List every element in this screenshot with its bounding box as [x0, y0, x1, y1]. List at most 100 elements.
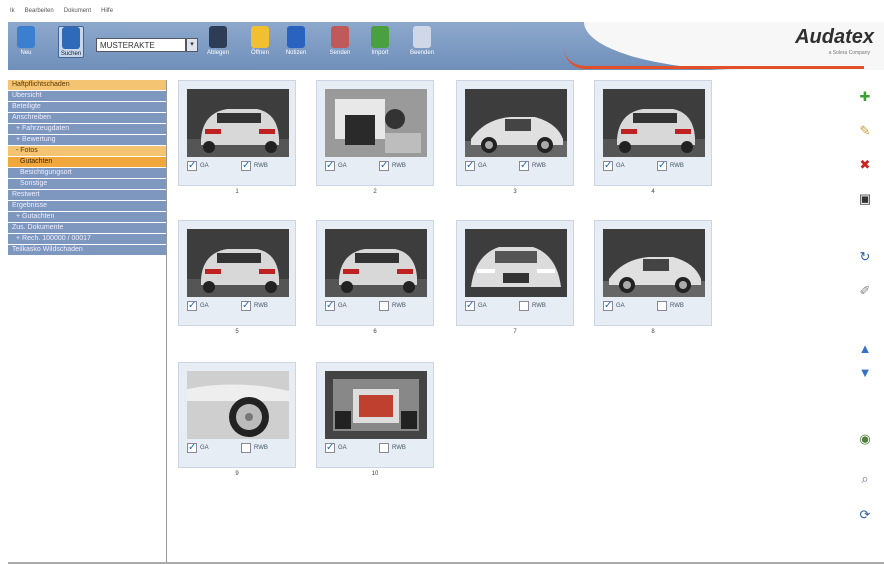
rwb-checkbox[interactable]: RWB — [519, 301, 546, 311]
checkmark-icon[interactable]: ✓ — [603, 161, 613, 171]
ga-checkbox[interactable]: ✓ GA — [325, 301, 347, 311]
car-photo[interactable] — [465, 89, 567, 157]
sidebar-item[interactable]: Besichtigungsort — [8, 168, 166, 178]
beenden-button[interactable]: Beenden — [410, 26, 434, 56]
ga-checkbox[interactable]: ✓ GA — [603, 301, 625, 311]
checkmark-icon[interactable]: ✓ — [241, 161, 251, 171]
sidebar-item[interactable]: Beteiligte — [8, 102, 166, 112]
checkmark-icon[interactable]: ✓ — [379, 161, 389, 171]
rwb-checkbox[interactable]: RWB — [657, 301, 684, 311]
move-up-icon[interactable]: ▲ — [858, 342, 872, 356]
sidebar-item[interactable]: + Bewertung — [8, 135, 166, 145]
add-icon[interactable]: ✚ — [858, 90, 872, 104]
ga-checkbox[interactable]: ✓ GA — [465, 161, 487, 171]
ga-checkbox[interactable]: ✓ GA — [187, 443, 209, 453]
photo-tile[interactable]: ✓ GA ✓ RWB 5 — [178, 220, 296, 342]
sidebar-item[interactable]: + Fahrzeugdaten — [8, 124, 166, 134]
preview-icon[interactable]: ⌕ — [858, 472, 872, 486]
checkmark-icon[interactable]: ✓ — [325, 161, 335, 171]
edit-icon[interactable]: ✎ — [858, 124, 872, 138]
car-photo[interactable] — [325, 89, 427, 157]
checkmark-icon[interactable]: ✓ — [657, 161, 667, 171]
car-photo[interactable] — [187, 89, 289, 157]
photo-tile[interactable]: ✓ GA ✓ RWB 2 — [316, 80, 434, 202]
sidebar-item[interactable]: Sonstige — [8, 179, 166, 189]
ga-checkbox[interactable]: ✓ GA — [465, 301, 487, 311]
import-button[interactable]: Import — [368, 26, 392, 56]
photo-tile[interactable]: ✓ GA ✓ RWB 4 — [594, 80, 712, 202]
menu-item[interactable]: Dokument — [64, 8, 91, 14]
photo-tile[interactable]: ✓ GA RWB 10 — [316, 362, 434, 484]
photo-tile[interactable]: ✓ GA ✓ RWB 1 — [178, 80, 296, 202]
rwb-checkbox[interactable]: ✓ RWB — [519, 161, 546, 171]
globe-icon[interactable]: ◉ — [858, 432, 872, 446]
sidebar-item[interactable]: Zus. Dokumente — [8, 223, 166, 233]
photo-tile[interactable]: ✓ GA RWB 8 — [594, 220, 712, 342]
photo-tile[interactable]: ✓ GA ✓ RWB 3 — [456, 80, 574, 202]
photo-tile[interactable]: ✓ GA RWB 7 — [456, 220, 574, 342]
checkmark-icon[interactable]: ✓ — [241, 301, 251, 311]
empty-checkbox[interactable] — [379, 443, 389, 453]
empty-checkbox[interactable] — [519, 301, 529, 311]
save-icon[interactable]: ▣ — [858, 192, 872, 206]
empty-checkbox[interactable] — [241, 443, 251, 453]
car-photo[interactable] — [603, 229, 705, 297]
car-photo[interactable] — [325, 229, 427, 297]
car-photo[interactable] — [603, 89, 705, 157]
car-photo[interactable] — [325, 371, 427, 439]
sidebar-item[interactable]: Anschreiben — [8, 113, 166, 123]
rwb-checkbox[interactable]: ✓ RWB — [379, 161, 406, 171]
empty-checkbox[interactable] — [379, 301, 389, 311]
ga-checkbox[interactable]: ✓ GA — [603, 161, 625, 171]
chevron-down-icon[interactable]: ▾ — [186, 38, 198, 52]
rwb-checkbox[interactable]: ✓ RWB — [241, 161, 268, 171]
rotate-icon[interactable]: ↻ — [858, 250, 872, 264]
checkmark-icon[interactable]: ✓ — [187, 301, 197, 311]
sidebar-item[interactable]: + Gutachten — [8, 212, 166, 222]
ga-checkbox[interactable]: ✓ GA — [187, 301, 209, 311]
senden-button[interactable]: Senden — [328, 26, 352, 56]
rwb-checkbox[interactable]: ✓ RWB — [657, 161, 684, 171]
ffnen-button[interactable]: Öffnen — [248, 26, 272, 56]
delete-icon[interactable]: ✖ — [858, 158, 872, 172]
suchen-button[interactable]: Suchen — [58, 26, 84, 58]
rwb-checkbox[interactable]: RWB — [241, 443, 268, 453]
car-photo[interactable] — [465, 229, 567, 297]
rwb-checkbox[interactable]: ✓ RWB — [241, 301, 268, 311]
rwb-checkbox[interactable]: RWB — [379, 301, 406, 311]
menu-item[interactable]: Hilfe — [101, 8, 113, 14]
car-photo[interactable] — [187, 229, 289, 297]
sidebar-item[interactable]: Restwert — [8, 190, 166, 200]
ga-checkbox[interactable]: ✓ GA — [325, 443, 347, 453]
sidebar-item[interactable]: + Rech. 100000 / 00017 — [8, 234, 166, 244]
sidebar-item[interactable]: Ergebnisse — [8, 201, 166, 211]
sidebar-item[interactable]: Haftpflichtschaden — [8, 80, 166, 90]
ga-checkbox[interactable]: ✓ GA — [187, 161, 209, 171]
sidebar-item[interactable]: Übersicht — [8, 91, 166, 101]
checkmark-icon[interactable]: ✓ — [325, 443, 335, 453]
sidebar-item[interactable]: Teilkasko Wildschaden — [8, 245, 166, 255]
checkmark-icon[interactable]: ✓ — [187, 161, 197, 171]
checkmark-icon[interactable]: ✓ — [187, 443, 197, 453]
refresh-icon[interactable]: ⟳ — [858, 508, 872, 522]
notizen-button[interactable]: Notizen — [284, 26, 308, 56]
checkmark-icon[interactable]: ✓ — [465, 301, 475, 311]
move-down-icon[interactable]: ▼ — [858, 366, 872, 380]
sidebar-item[interactable]: Gutachten — [8, 157, 166, 167]
pen-icon[interactable]: ✐ — [858, 284, 872, 298]
ga-checkbox[interactable]: ✓ GA — [325, 161, 347, 171]
photo-tile[interactable]: ✓ GA RWB 9 — [178, 362, 296, 484]
ablegen-button[interactable]: Ablegen — [206, 26, 230, 56]
car-photo[interactable] — [187, 371, 289, 439]
neu-button[interactable]: Neu — [14, 26, 38, 56]
rwb-checkbox[interactable]: RWB — [379, 443, 406, 453]
menu-item[interactable]: Ik — [10, 8, 15, 14]
case-select[interactable]: MUSTERAKTE — [96, 38, 186, 52]
checkmark-icon[interactable]: ✓ — [465, 161, 475, 171]
checkmark-icon[interactable]: ✓ — [325, 301, 335, 311]
empty-checkbox[interactable] — [657, 301, 667, 311]
checkmark-icon[interactable]: ✓ — [519, 161, 529, 171]
checkmark-icon[interactable]: ✓ — [603, 301, 613, 311]
photo-tile[interactable]: ✓ GA RWB 6 — [316, 220, 434, 342]
menu-item[interactable]: Bearbeiten — [25, 8, 54, 14]
